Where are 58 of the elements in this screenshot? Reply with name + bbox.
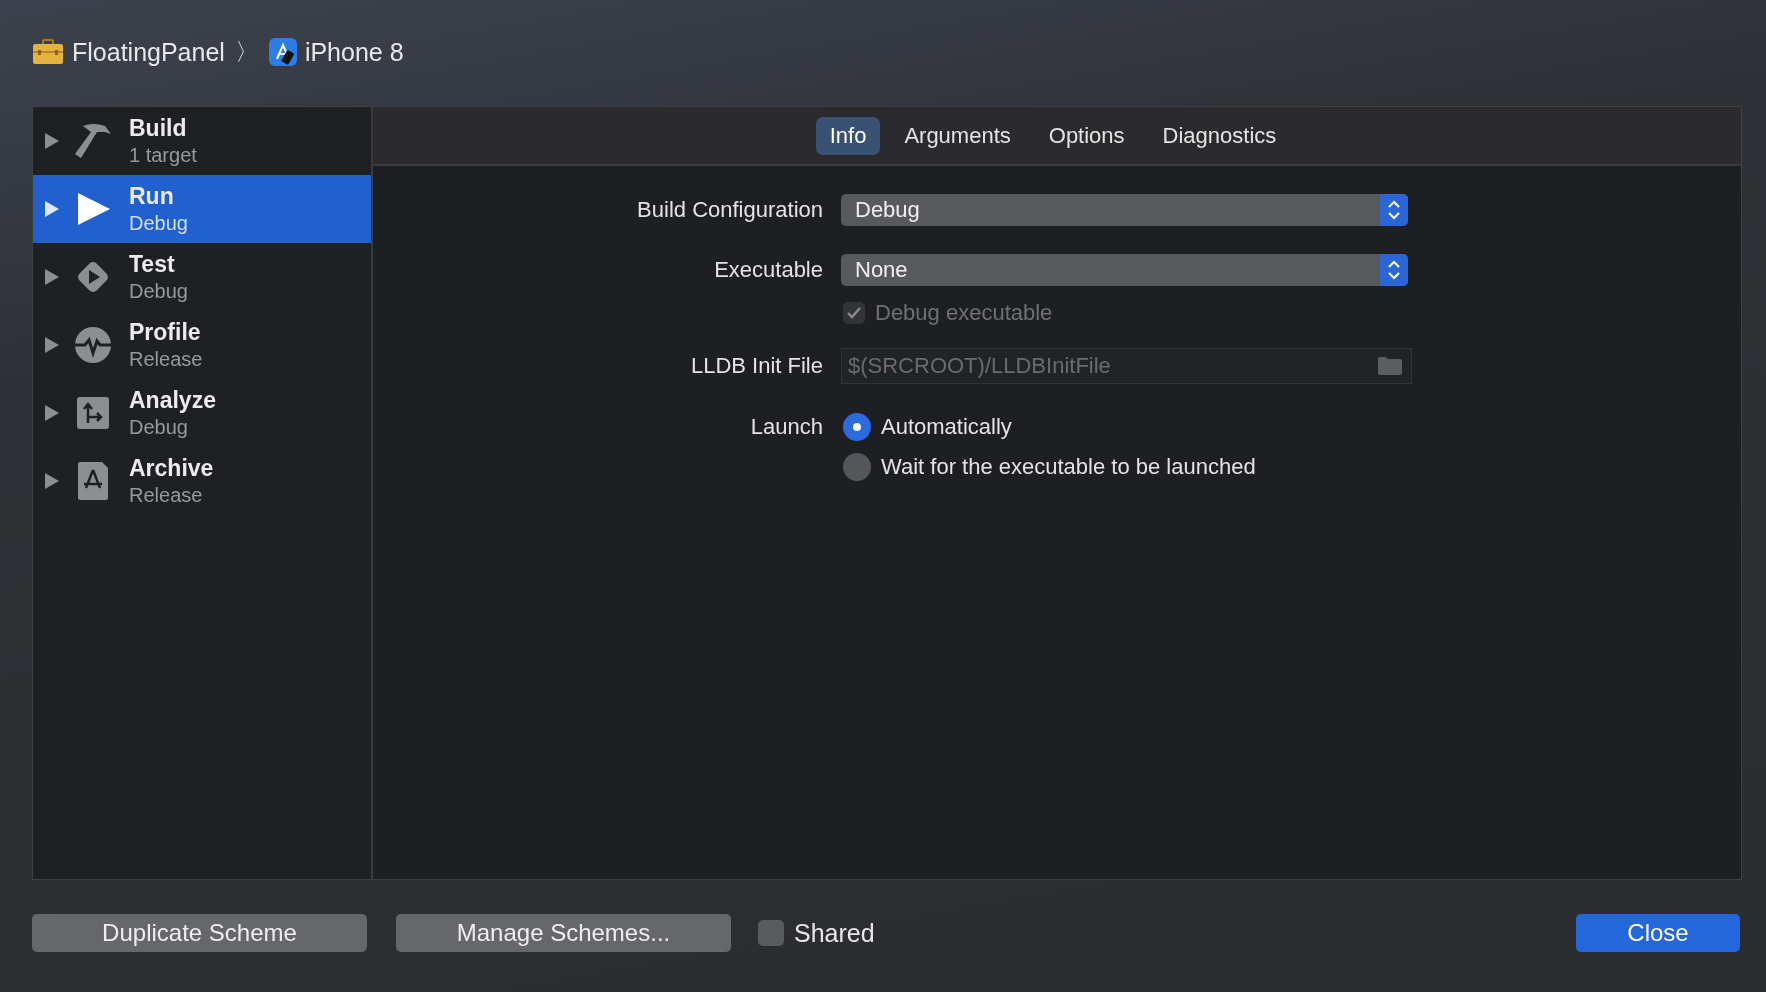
chevron-up-down-icon [1388, 200, 1400, 220]
folder-icon[interactable] [1378, 357, 1402, 375]
disclosure-triangle-icon[interactable] [45, 133, 59, 149]
radio-button[interactable] [843, 413, 871, 441]
action-title: Archive [129, 454, 214, 482]
build-configuration-popup[interactable]: Debug [841, 194, 1408, 226]
checkbox-label: Shared [794, 918, 875, 948]
duplicate-scheme-button[interactable]: Duplicate Scheme [32, 914, 367, 952]
scheme-action-item[interactable]: Profile Release [33, 311, 371, 379]
manage-schemes-button[interactable]: Manage Schemes... [396, 914, 731, 952]
disclosure-triangle-icon[interactable] [45, 473, 59, 489]
tab[interactable]: Diagnostics [1148, 116, 1291, 155]
radio-button[interactable] [843, 453, 871, 481]
analyze-icon [77, 397, 109, 429]
path-separator: 〉 [234, 37, 259, 67]
action-title: Test [129, 250, 176, 278]
action-title: Analyze [129, 386, 216, 414]
field-label: Launch [749, 413, 824, 441]
action-title: Build [129, 114, 188, 142]
disclosure-triangle-icon[interactable] [45, 405, 59, 421]
tab[interactable]: Options [1034, 116, 1139, 155]
action-configuration: Debug [129, 415, 189, 440]
radio-label: Wait for the executable to be launched [881, 454, 1256, 480]
checkbox-label: Debug executable [875, 300, 1053, 326]
lldb-init-file-field[interactable]: $(SRCROOT)/LLDBInitFile [841, 348, 1412, 384]
action-configuration: Debug [129, 211, 188, 236]
tab[interactable]: Arguments [890, 116, 1025, 155]
field-label: LLDB Init File [689, 353, 824, 379]
disclosure-triangle-icon[interactable] [45, 337, 59, 353]
hammer-icon [75, 122, 111, 160]
action-configuration: Debug [129, 279, 188, 304]
disclosure-triangle-icon[interactable] [45, 269, 59, 285]
close-button[interactable]: Close [1576, 914, 1740, 952]
scheme-action-item[interactable]: Test Debug [33, 243, 371, 311]
scheme-action-item[interactable]: Archive Release [33, 447, 371, 515]
toolbox-icon [32, 39, 64, 65]
archive-icon [78, 462, 108, 500]
disclosure-triangle-icon[interactable] [45, 201, 59, 217]
executable-popup[interactable]: None [841, 254, 1408, 286]
tab[interactable]: Info [815, 116, 881, 155]
project-name[interactable]: FloatingPanel [72, 37, 225, 67]
scheme-action-item[interactable]: Analyze Debug [33, 379, 371, 447]
pulse-icon [75, 327, 111, 363]
action-configuration: 1 target [129, 143, 197, 168]
action-title: Profile [129, 318, 202, 346]
scheme-action-item[interactable]: Run Debug [33, 175, 371, 243]
field-label: Build Configuration [636, 197, 824, 223]
scheme-action-item[interactable]: Build 1 target [33, 107, 371, 175]
radio-label: Automatically [881, 414, 1012, 440]
checkbox[interactable] [758, 920, 784, 946]
chevron-up-down-icon [1388, 260, 1400, 280]
field-label: Executable [713, 257, 824, 283]
play-icon [76, 192, 110, 226]
action-title: Run [129, 182, 175, 210]
app-icon [268, 38, 297, 66]
action-configuration: Release [129, 347, 203, 372]
device-name[interactable]: iPhone 8 [304, 37, 404, 67]
action-configuration: Release [129, 483, 204, 508]
